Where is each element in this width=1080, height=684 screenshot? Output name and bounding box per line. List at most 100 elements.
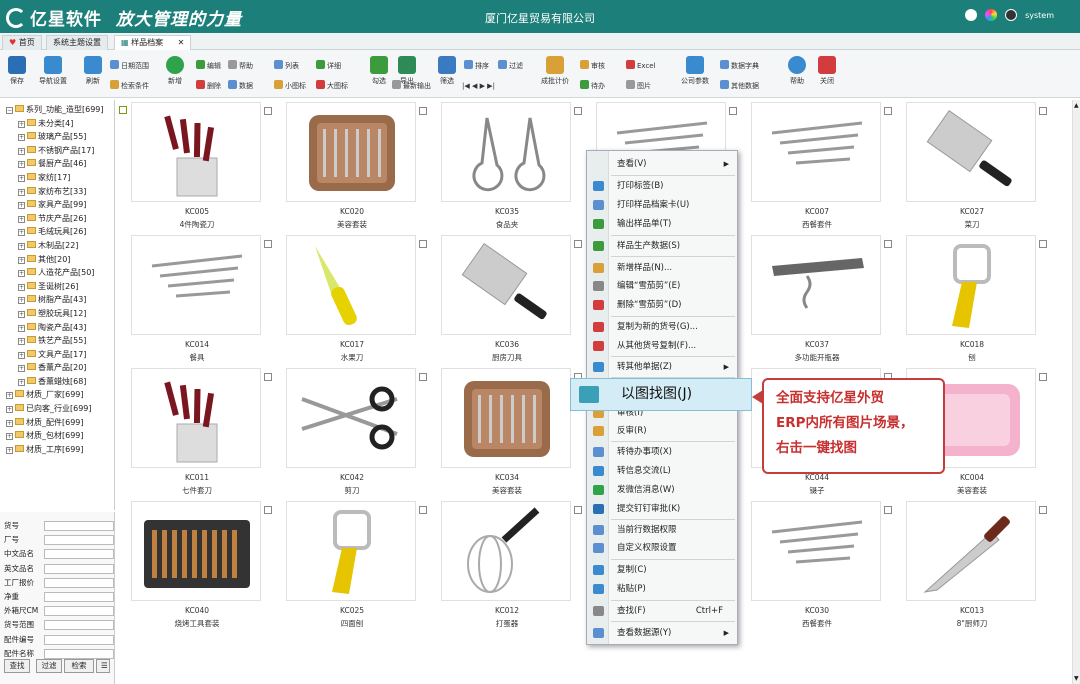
product-image[interactable]: [131, 235, 261, 335]
expand-icon[interactable]: +: [18, 365, 25, 373]
product-checkbox[interactable]: [264, 373, 272, 381]
scrollbar[interactable]: ▲ ▼: [1072, 100, 1080, 684]
menu-item-13[interactable]: 反审(R): [587, 422, 737, 440]
filter-input[interactable]: [44, 648, 114, 659]
product-card[interactable]: KC034 美容套装: [427, 366, 582, 498]
product-image[interactable]: [751, 501, 881, 601]
product-card[interactable]: KC020 美容套装: [272, 100, 427, 232]
product-checkbox[interactable]: [419, 240, 427, 248]
tree-node[interactable]: + 材质_包材[699]: [0, 429, 114, 443]
product-card[interactable]: KC007 西餐套件: [737, 100, 892, 232]
toolbar-small-4[interactable]: 帮助: [228, 60, 253, 71]
menu-item-17[interactable]: 提交钉钉审批(K): [587, 500, 737, 518]
expand-icon[interactable]: +: [18, 256, 25, 264]
product-image[interactable]: [286, 235, 416, 335]
toolbar-small-2[interactable]: 编辑: [196, 60, 221, 71]
product-image[interactable]: [131, 501, 261, 601]
menu-item-19[interactable]: 自定义权限设置: [587, 539, 737, 557]
menu-item-4[interactable]: 样品生产数据(S): [587, 237, 737, 255]
product-card[interactable]: KC035 食品夹: [427, 100, 582, 232]
filter-input[interactable]: [44, 563, 114, 574]
product-card[interactable]: KC040 烧烤工具套装: [117, 499, 272, 631]
product-checkbox[interactable]: [884, 240, 892, 248]
expand-icon[interactable]: +: [6, 433, 13, 441]
expand-icon[interactable]: +: [6, 392, 13, 400]
toolbar-small-1[interactable]: 检索条件: [110, 80, 149, 91]
product-image[interactable]: [441, 368, 571, 468]
menu-item-22[interactable]: 查找(F) Ctrl+F: [587, 602, 737, 620]
tree-node[interactable]: + 已向客_行业[699]: [0, 402, 114, 416]
product-card[interactable]: KC042 剪刀: [272, 366, 427, 498]
tree-node[interactable]: + 塑胶玩具[12]: [0, 307, 114, 321]
record-nav[interactable]: |◀ ◀ ▶ ▶|: [462, 82, 495, 90]
toolbar-small-6[interactable]: 列表: [274, 60, 299, 71]
menu-item-0[interactable]: 查看(V) ▶: [587, 155, 737, 173]
tab-system-theme[interactable]: 系统主题设置: [46, 35, 108, 50]
toolbar-small-15[interactable]: Excel: [626, 60, 656, 70]
filter-input[interactable]: [44, 521, 114, 531]
toolbar-small-7[interactable]: 小图标: [274, 80, 306, 91]
product-image[interactable]: [906, 102, 1036, 202]
filter-input[interactable]: [44, 549, 114, 560]
tree-node[interactable]: + 树脂产品[43]: [0, 293, 114, 307]
toolbar-small-13[interactable]: 审核: [580, 60, 605, 71]
filter-button-0[interactable]: 查找: [4, 659, 30, 673]
product-checkbox[interactable]: [264, 506, 272, 514]
menu-item-23[interactable]: 查看数据源(Y) ▶: [587, 624, 737, 642]
product-card[interactable]: KC017 水果刀: [272, 233, 427, 365]
expand-icon[interactable]: +: [18, 297, 25, 305]
expand-icon[interactable]: +: [18, 378, 25, 386]
toolbar-small-14[interactable]: 待办: [580, 80, 605, 91]
expand-icon[interactable]: +: [18, 324, 25, 332]
filter-input[interactable]: [44, 535, 114, 546]
tree-node[interactable]: + 未分类[4]: [0, 117, 114, 131]
filter-input[interactable]: [44, 620, 114, 631]
product-image[interactable]: [131, 102, 261, 202]
close-icon[interactable]: ✕: [178, 38, 185, 47]
notification-icon[interactable]: [965, 9, 978, 21]
expand-icon[interactable]: +: [18, 120, 25, 128]
menu-item-9[interactable]: 从其他货号复制(F)...: [587, 337, 737, 355]
toolbar-small-10[interactable]: 最新输出: [392, 80, 431, 91]
filter-input[interactable]: [44, 606, 114, 617]
product-checkbox[interactable]: [574, 506, 582, 514]
product-card[interactable]: KC037 多功能开瓶器: [737, 233, 892, 365]
product-card[interactable]: KC018 刨: [892, 233, 1047, 365]
expand-icon[interactable]: +: [18, 215, 25, 223]
toolbar-button-0[interactable]: 保存: [2, 56, 32, 86]
product-checkbox[interactable]: [1039, 506, 1047, 514]
product-card[interactable]: KC012 打蛋器: [427, 499, 582, 631]
product-checkbox[interactable]: [419, 506, 427, 514]
product-image[interactable]: [441, 501, 571, 601]
product-card[interactable]: KC013 8"厨师刀: [892, 499, 1047, 631]
tree-node[interactable]: + 材质_厂家[699]: [0, 388, 114, 402]
toolbar-button-1[interactable]: 导航设置: [38, 56, 68, 86]
menu-item-1[interactable]: 打印标签(B): [587, 177, 737, 195]
tree-node[interactable]: + 节庆产品[26]: [0, 212, 114, 226]
menu-item-3[interactable]: 输出样品单(T): [587, 215, 737, 233]
product-checkbox[interactable]: [264, 107, 272, 115]
toolbar-small-0[interactable]: 日期范围: [110, 60, 149, 71]
toolbar-button-10[interactable]: 关闭: [812, 56, 842, 86]
tree-node[interactable]: + 其他[20]: [0, 253, 114, 267]
product-checkbox[interactable]: [1039, 240, 1047, 248]
tree-node[interactable]: + 木制品[22]: [0, 239, 114, 253]
toolbar-small-9[interactable]: 大图标: [316, 80, 348, 91]
filter-input[interactable]: [44, 577, 114, 588]
product-checkbox[interactable]: [419, 107, 427, 115]
expand-icon[interactable]: +: [18, 134, 25, 142]
product-checkbox[interactable]: [1039, 373, 1047, 381]
product-card[interactable]: KC014 餐具: [117, 233, 272, 365]
product-checkbox[interactable]: [574, 107, 582, 115]
menu-item-5[interactable]: 新增样品(N)...: [587, 259, 737, 277]
toolbar-button-3[interactable]: 新增: [160, 56, 190, 86]
product-checkbox[interactable]: [884, 506, 892, 514]
product-card[interactable]: KC036 厨房刀具: [427, 233, 582, 365]
tree-node[interactable]: + 家纺[17]: [0, 171, 114, 185]
filter-settings-icon[interactable]: ☰: [96, 659, 110, 673]
menu-item-20[interactable]: 复制(C): [587, 561, 737, 579]
toolbar-button-7[interactable]: 成批计价: [540, 56, 570, 86]
toolbar-small-12[interactable]: 过滤: [498, 60, 523, 71]
expand-icon[interactable]: +: [18, 147, 25, 155]
tree-node[interactable]: + 香薰蜡烛[68]: [0, 375, 114, 389]
